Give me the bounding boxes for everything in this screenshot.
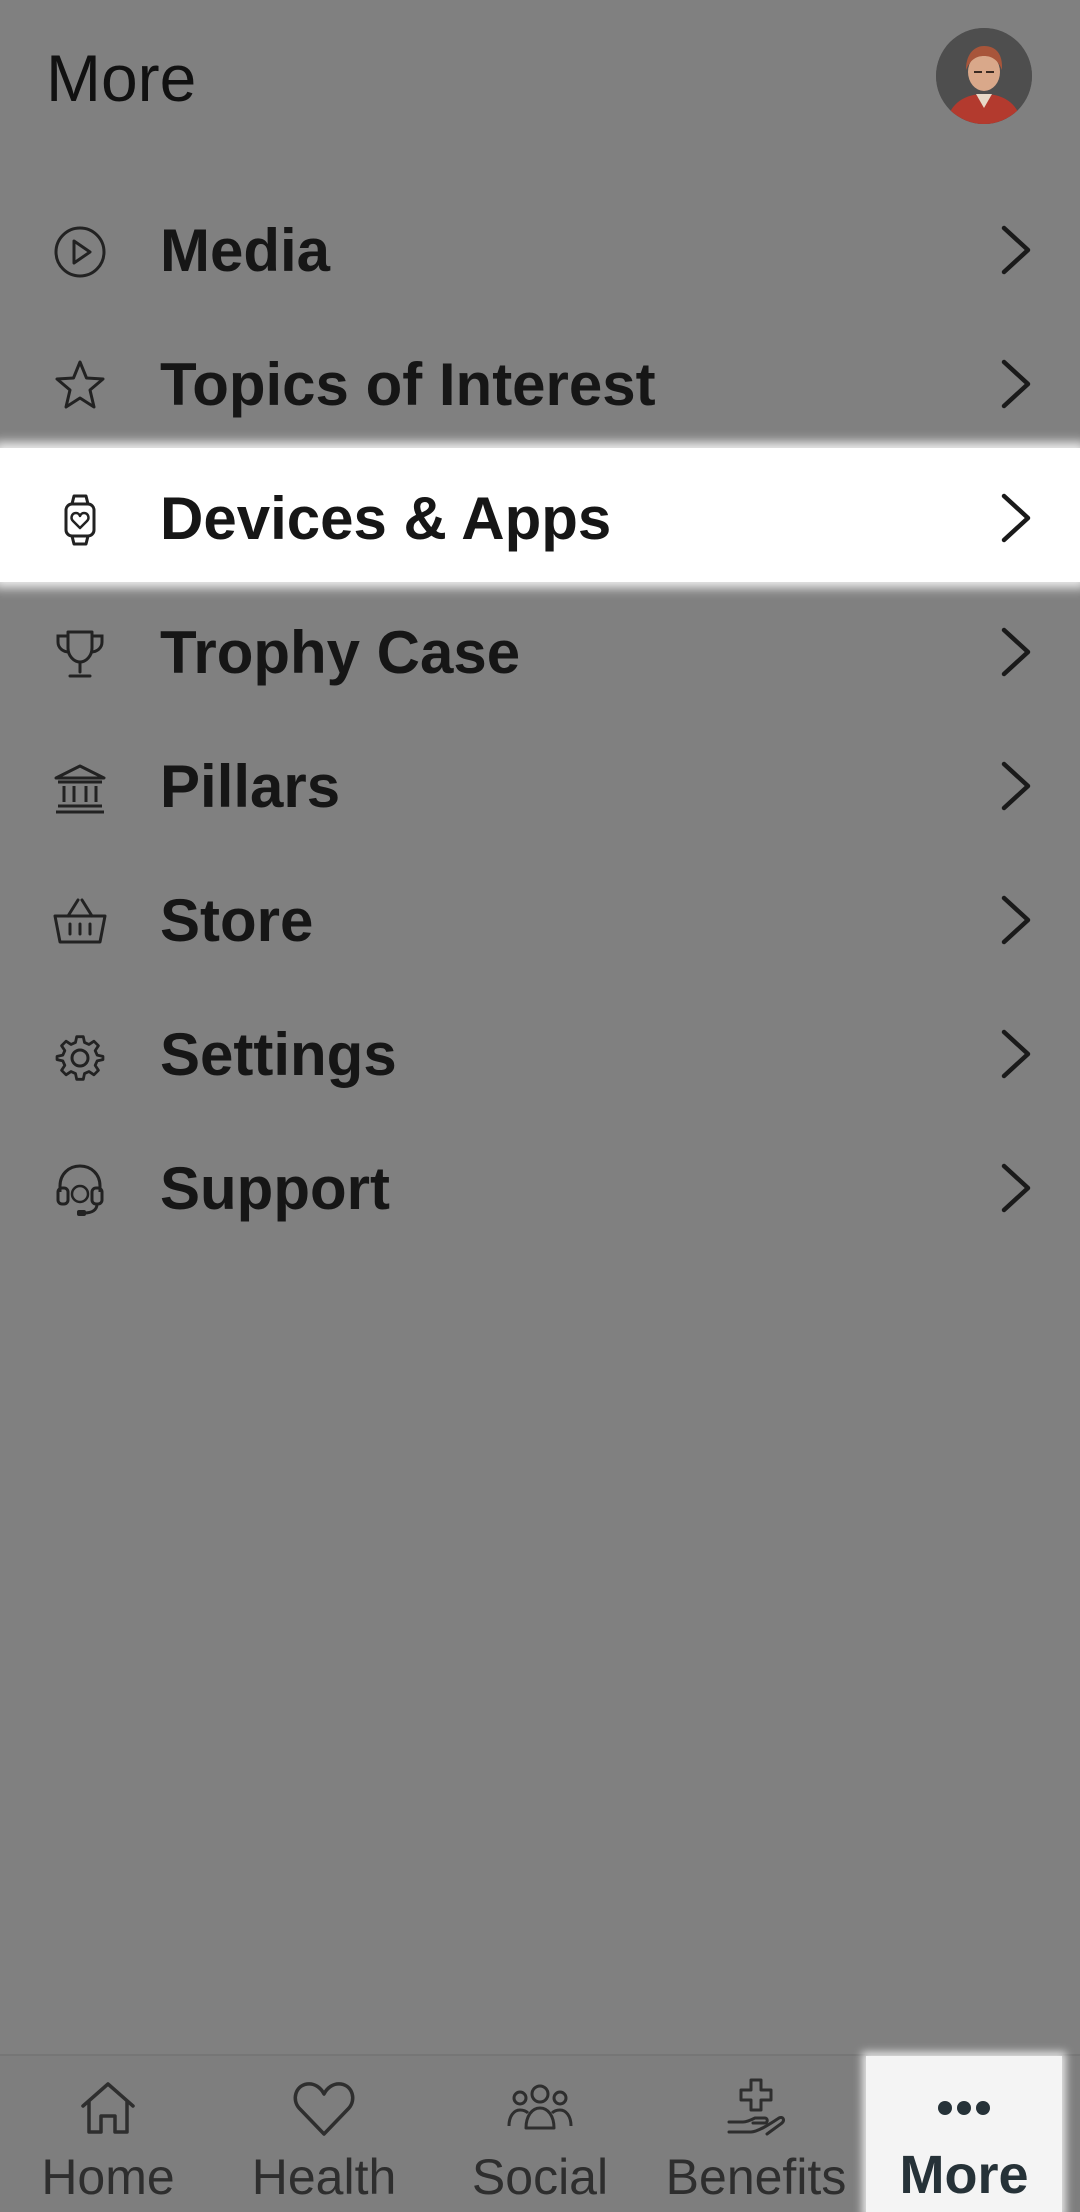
chevron-right-icon: [990, 354, 1040, 414]
star-icon: [50, 356, 110, 416]
header: More: [0, 0, 1080, 160]
gear-icon: [50, 1026, 110, 1086]
nav-tab-health[interactable]: Health: [216, 2056, 432, 2212]
menu-item-label: Pillars: [160, 753, 341, 820]
people-icon: [505, 2076, 575, 2140]
menu-item-label: Store: [160, 887, 314, 954]
home-icon: [73, 2076, 143, 2140]
page-title: More: [46, 41, 197, 115]
nav-tab-benefits[interactable]: Benefits: [648, 2056, 864, 2212]
heart-icon: [289, 2076, 359, 2140]
menu-list: Media Topics of Interest Devices & Apps …: [0, 180, 1080, 1252]
menu-item-media[interactable]: Media: [0, 180, 1080, 314]
chevron-right-icon: [990, 488, 1040, 548]
more-dots-icon: [929, 2076, 999, 2140]
menu-item-label: Trophy Case: [160, 619, 521, 686]
nav-label: Social: [471, 2149, 609, 2205]
play-circle-icon: [50, 222, 110, 282]
menu-item-label: Topics of Interest: [160, 351, 656, 418]
nav-tab-social[interactable]: Social: [432, 2056, 648, 2212]
menu-item-label: Settings: [160, 1021, 397, 1088]
nav-tab-more[interactable]: More: [866, 2056, 1062, 2212]
menu-item-topics-of-interest[interactable]: Topics of Interest: [0, 314, 1080, 448]
smartwatch-icon: [50, 490, 110, 550]
hand-plus-icon: [721, 2076, 791, 2140]
nav-label: Home: [41, 2149, 175, 2205]
chevron-right-icon: [990, 220, 1040, 280]
chevron-right-icon: [990, 1158, 1040, 1218]
menu-item-settings[interactable]: Settings: [0, 984, 1080, 1118]
menu-item-store[interactable]: Store: [0, 850, 1080, 984]
headset-icon: [50, 1160, 110, 1220]
chevron-right-icon: [990, 1024, 1040, 1084]
avatar[interactable]: [936, 28, 1032, 124]
chevron-right-icon: [990, 756, 1040, 816]
menu-item-label: Media: [160, 217, 331, 284]
chevron-right-icon: [990, 622, 1040, 682]
menu-item-support[interactable]: Support: [0, 1118, 1080, 1252]
trophy-icon: [50, 624, 110, 684]
menu-item-label: Devices & Apps: [160, 485, 612, 552]
menu-item-label: Support: [160, 1155, 390, 1222]
basket-icon: [50, 892, 110, 952]
nav-label: Benefits: [665, 2149, 847, 2205]
nav-tab-home[interactable]: Home: [0, 2056, 216, 2212]
menu-item-trophy-case[interactable]: Trophy Case: [0, 582, 1080, 716]
bottom-nav: Home Health Social Benefits More: [0, 2054, 1080, 2212]
chevron-right-icon: [990, 890, 1040, 950]
menu-item-devices-and-apps[interactable]: Devices & Apps: [0, 448, 1080, 582]
nav-label: Health: [251, 2149, 397, 2205]
pillars-icon: [50, 758, 110, 818]
nav-label: More: [899, 2145, 1029, 2205]
menu-item-pillars[interactable]: Pillars: [0, 716, 1080, 850]
